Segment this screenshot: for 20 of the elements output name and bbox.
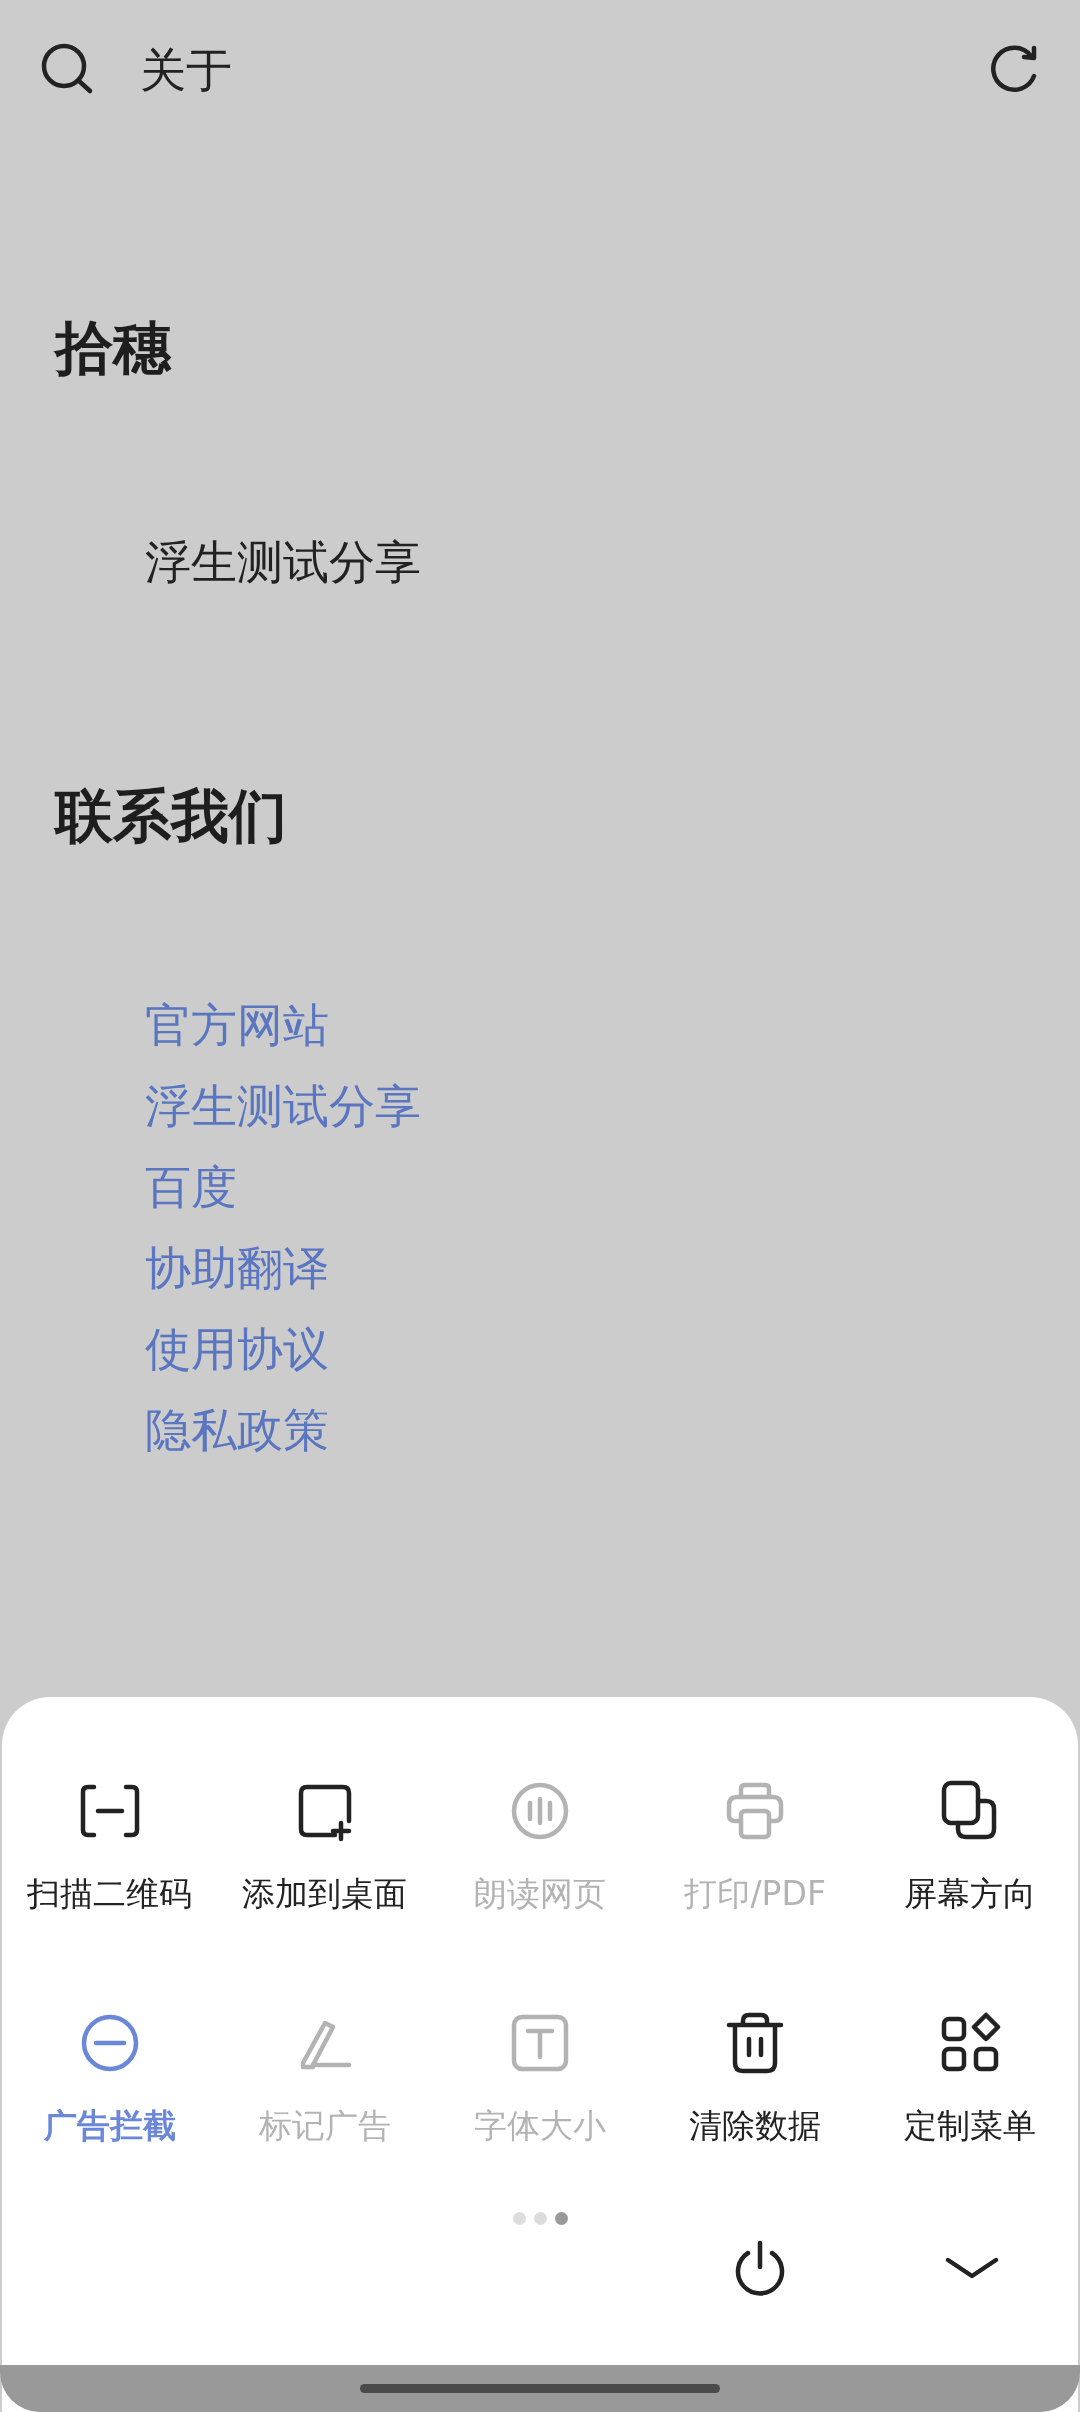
menu-item[interactable]: 添加到桌面 xyxy=(217,1777,433,1919)
link[interactable]: 百度 xyxy=(145,1160,237,1214)
menu-item[interactable]: 清除数据 xyxy=(647,2008,863,2150)
section-heading: 联系我们 xyxy=(55,781,288,852)
menu-item[interactable]: 扫描二维码 xyxy=(2,1777,218,1919)
page-dot[interactable] xyxy=(554,2212,568,2225)
menu-item[interactable]: 定制菜单 xyxy=(862,2008,1078,2150)
info-text: 浮生测试分享 xyxy=(145,535,421,589)
link[interactable]: 浮生测试分享 xyxy=(145,1079,421,1133)
link[interactable]: 隐私政策 xyxy=(145,1403,329,1457)
page-dot[interactable] xyxy=(512,2212,526,2225)
link[interactable]: 协助翻译 xyxy=(145,1241,329,1295)
section-heading: 拾穗 xyxy=(55,313,173,384)
home-handle[interactable] xyxy=(360,2384,720,2393)
menu-item[interactable]: 广告拦截 xyxy=(2,2008,218,2150)
page-title: 关于 xyxy=(140,41,232,99)
link[interactable]: 使用协议 xyxy=(145,1322,329,1376)
link[interactable]: 官方网站 xyxy=(145,998,329,1052)
page-dot[interactable] xyxy=(533,2212,547,2225)
menu-item[interactable]: 屏幕方向 xyxy=(862,1777,1078,1919)
